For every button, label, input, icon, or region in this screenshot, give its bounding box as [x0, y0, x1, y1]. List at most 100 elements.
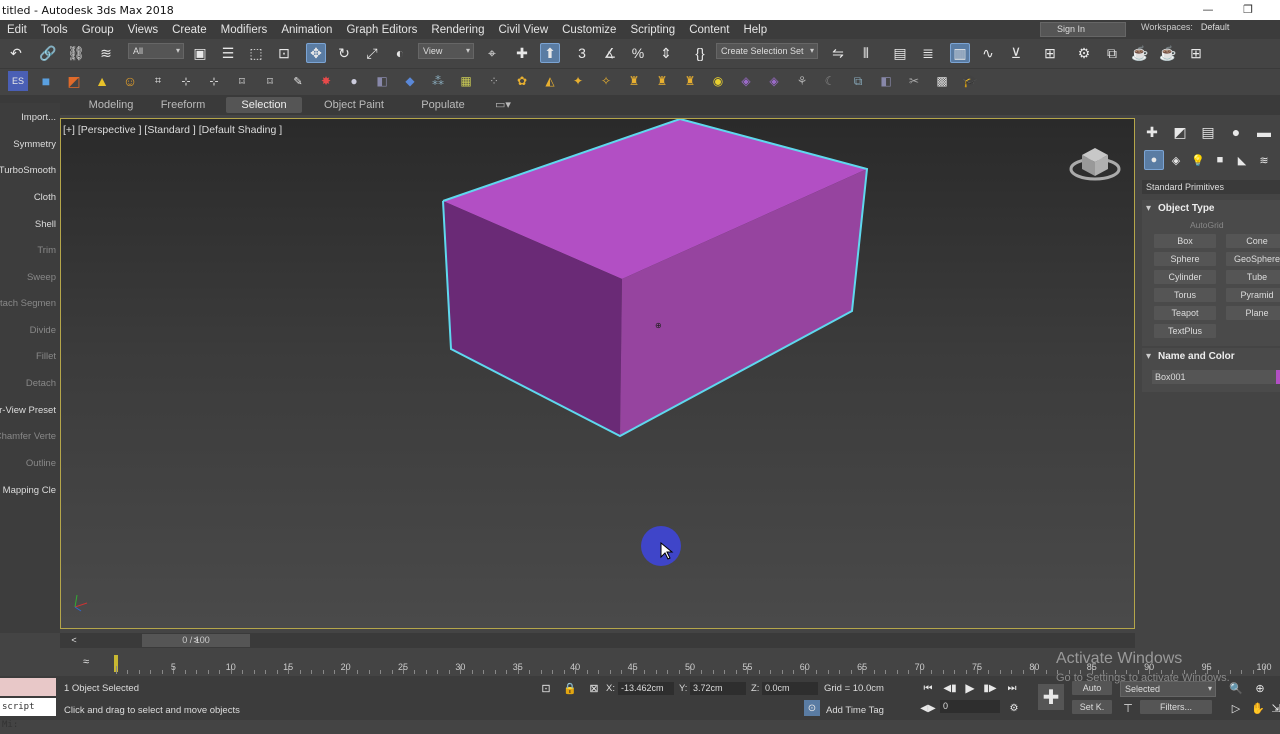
menu-tools[interactable]: Tools — [34, 24, 75, 36]
pan-icon[interactable]: ✋ — [1248, 698, 1268, 718]
play-icon[interactable]: ▶ — [960, 678, 980, 698]
perspective-viewport[interactable]: [+] [Perspective ] [Standard ] [Default … — [60, 118, 1135, 629]
dots-icon[interactable]: ⁘ — [484, 71, 504, 91]
left-item-sweep[interactable]: Sweep — [0, 272, 56, 283]
time-config-icon[interactable]: ⚙ — [1004, 698, 1024, 718]
tool-g-icon[interactable]: ♜ — [680, 71, 700, 91]
align-pivot-icon[interactable]: ⊹ — [176, 71, 196, 91]
menu-animation[interactable]: Animation — [274, 24, 339, 36]
orbit-icon[interactable]: ▷ — [1226, 698, 1246, 718]
render-iterative-icon[interactable]: ☕ — [1158, 43, 1178, 63]
go-to-end-icon[interactable]: ⏭ — [1002, 678, 1022, 698]
left-item-detach-segment[interactable]: etach Segmen — [0, 298, 56, 309]
geosphere-button[interactable]: GeoSphere — [1226, 252, 1280, 266]
torus-button[interactable]: Torus — [1154, 288, 1216, 302]
tool-k-icon[interactable]: ⚘ — [792, 71, 812, 91]
tool-n-icon[interactable]: ◧ — [876, 71, 896, 91]
left-item-shell[interactable]: Shell — [0, 219, 56, 230]
left-item-uvw-mapping-clear[interactable]: W Mapping Cle — [0, 485, 56, 496]
left-item-fillet[interactable]: Fillet — [0, 351, 56, 362]
left-item-import[interactable]: Import... — [0, 112, 56, 123]
object-name-field[interactable]: Box001 — [1152, 370, 1278, 384]
left-item-cloth[interactable]: Cloth — [0, 192, 56, 203]
material-editor-icon[interactable]: ⊞ — [1040, 43, 1060, 63]
menu-rendering[interactable]: Rendering — [424, 24, 491, 36]
warning-icon[interactable]: ▲ — [92, 71, 112, 91]
prev-frame-icon[interactable]: < — [64, 630, 84, 650]
maxscript-listener[interactable] — [0, 678, 56, 696]
object-type-header[interactable]: Object Type — [1142, 200, 1280, 218]
plane-button[interactable]: Plane — [1226, 306, 1280, 320]
reference-coordinate-dropdown[interactable]: View — [418, 43, 474, 59]
set-key-button[interactable]: Set K. — [1072, 700, 1112, 714]
material-icon[interactable]: ✸ — [316, 71, 336, 91]
box-shade-icon[interactable]: ◧ — [372, 71, 392, 91]
tool-c-icon[interactable]: ✦ — [568, 71, 588, 91]
menu-views[interactable]: Views — [121, 24, 165, 36]
orange-square-icon[interactable]: ◩ — [64, 71, 84, 91]
cone-button[interactable]: Cone — [1226, 234, 1280, 248]
curve-editor-icon[interactable]: ∿ — [978, 43, 998, 63]
align-icon[interactable]: ⫴ — [856, 43, 876, 63]
tool-o-icon[interactable]: ✂ — [904, 71, 924, 91]
select-and-rotate-icon[interactable]: ↻ — [334, 43, 354, 63]
create-selection-set-dropdown[interactable]: Create Selection Set — [716, 43, 818, 59]
menu-modifiers[interactable]: Modifiers — [214, 24, 275, 36]
select-manipulate-icon[interactable]: ✚ — [512, 43, 532, 63]
select-and-move-icon[interactable]: ✥ — [306, 43, 326, 63]
tube-button[interactable]: Tube — [1226, 270, 1280, 284]
scale-pivot-icon[interactable]: ⌗ — [148, 71, 168, 91]
key-mode-icon[interactable]: ◀▶ — [918, 698, 938, 718]
maximize-icon[interactable]: ❐ — [1240, 2, 1256, 18]
tab-freeform[interactable]: Freeform — [152, 97, 214, 113]
rendered-frame-window-icon[interactable]: ⧉ — [1102, 43, 1122, 63]
bind-space-warp-icon[interactable]: ≋ — [96, 43, 116, 63]
textplus-button[interactable]: TextPlus — [1154, 324, 1216, 338]
tool-a-icon[interactable]: ✿ — [512, 71, 532, 91]
select-by-name-icon[interactable]: ☰ — [218, 43, 238, 63]
workspace-value[interactable]: Default — [1201, 22, 1230, 32]
lock-selection-icon[interactable]: 🔒 — [560, 678, 580, 698]
menu-scripting[interactable]: Scripting — [623, 24, 682, 36]
absolute-mode-icon[interactable]: ⊠ — [584, 678, 604, 698]
tool-h-icon[interactable]: ◉ — [708, 71, 728, 91]
cylinder-button[interactable]: Cylinder — [1154, 270, 1216, 284]
render-in-cloud-icon[interactable]: ⊞ — [1186, 43, 1206, 63]
maxscript-mini-input[interactable]: script Mi: — [0, 698, 56, 730]
maximize-viewport-icon[interactable]: ⇲ — [1266, 698, 1280, 718]
box-button[interactable]: Box — [1154, 234, 1216, 248]
place-icon[interactable]: ◐ — [390, 43, 410, 63]
curve-mini-icon[interactable]: ≈ — [76, 652, 96, 672]
left-item-turbosmooth[interactable]: TurboSmooth — [0, 165, 56, 176]
checker-icon[interactable]: ▩ — [932, 71, 952, 91]
window-crossing-icon[interactable]: ⊡ — [274, 43, 294, 63]
left-item-detach[interactable]: Detach — [0, 378, 56, 389]
menu-help[interactable]: Help — [736, 24, 774, 36]
percent-snap-icon[interactable]: % — [628, 43, 648, 63]
render-production-icon[interactable]: ☕ — [1130, 43, 1150, 63]
tool-b-icon[interactable]: ◭ — [540, 71, 560, 91]
tool-e-icon[interactable]: ♜ — [624, 71, 644, 91]
undo-icon[interactable]: ↶ — [6, 43, 26, 63]
y-coordinate-field[interactable]: 3.72cm — [690, 682, 746, 695]
sphere-icon[interactable]: ● — [344, 71, 364, 91]
rect-selection-icon[interactable]: ⬚ — [246, 43, 266, 63]
left-item-per-view-preset[interactable]: er-View Preset — [0, 405, 56, 416]
key-filters-icon[interactable]: ⊤ — [1118, 698, 1138, 718]
layer-explorer-icon[interactable]: ≣ — [918, 43, 938, 63]
snaps-toggle-icon[interactable]: 3 — [572, 43, 592, 63]
smiley-icon[interactable]: ☺ — [120, 71, 140, 91]
menu-civil-view[interactable]: Civil View — [491, 24, 555, 36]
teapot-button[interactable]: Teapot — [1154, 306, 1216, 320]
scene-explorer-icon[interactable]: ▤ — [890, 43, 910, 63]
next-key-icon[interactable]: ▮▶ — [980, 678, 1000, 698]
create-tab-icon[interactable]: ✚ — [1142, 122, 1162, 142]
paint-icon[interactable]: ✎ — [288, 71, 308, 91]
menu-edit[interactable]: Edit — [0, 24, 34, 36]
tool-f-icon[interactable]: ♜ — [652, 71, 672, 91]
tab-object-paint[interactable]: Object Paint — [318, 97, 390, 113]
tab-populate[interactable]: Populate — [412, 97, 474, 113]
shapes-icon[interactable]: ◈ — [1166, 150, 1186, 170]
select-and-scale-icon[interactable]: ⤢ — [362, 43, 382, 63]
snap-tool-icon[interactable]: ⌑ — [260, 71, 280, 91]
